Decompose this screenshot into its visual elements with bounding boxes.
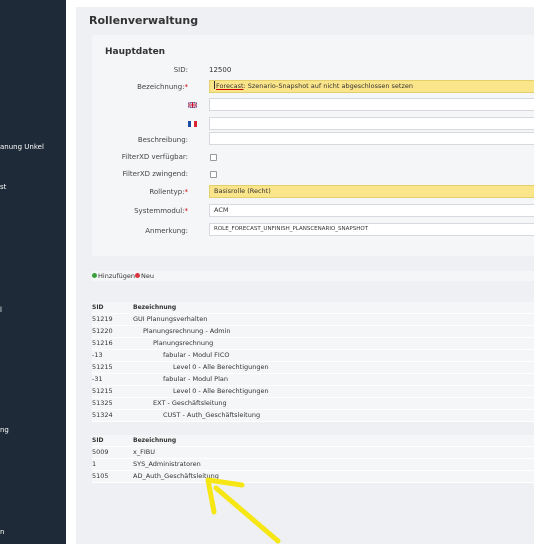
table-row[interactable]: 51215 Level 0 - Alle Berechtigungen [92, 386, 534, 398]
row-sid: 51325 [92, 399, 113, 407]
sidebar-item-st[interactable]: st [0, 183, 6, 191]
uk-flag-icon [188, 102, 197, 108]
row-bezeichnung: Level 0 - Alle Berechtigungen [173, 363, 269, 371]
row-sid: 5105 [92, 472, 109, 480]
table-row[interactable]: 5009 x_FIBU [92, 447, 534, 459]
row-bezeichnung: fabular - Modul FICO [163, 351, 230, 359]
sid-label: SID: [173, 66, 188, 74]
table-row[interactable]: 51325 EXT - Geschäftsleitung [92, 398, 534, 410]
row-sid: 51215 [92, 363, 113, 371]
plus-icon [92, 273, 97, 278]
table-row[interactable]: 51219 GUI Planungsverhalten [92, 314, 534, 326]
sidebar-item-ng[interactable]: ng [0, 426, 9, 434]
table-row[interactable]: 51324 CUST - Auth_Geschäftsleitung [92, 410, 534, 422]
sidebar-item-l[interactable]: l [0, 306, 2, 314]
section-title: Hauptdaten [105, 47, 166, 57]
hauptdaten-card: Hauptdaten SID: 12500 Bezeichnung:* Fore… [92, 35, 534, 256]
row-bezeichnung: Planungsrechnung - Admin [143, 327, 231, 335]
row-bezeichnung: EXT - Geschäftsleitung [153, 399, 227, 407]
row-bezeichnung: SYS_Administratoren [133, 460, 201, 468]
bezeichnung-label: Bezeichnung:* [137, 83, 188, 91]
add-button[interactable]: Hinzufügen [92, 271, 135, 281]
sidebar: anung Unkel st l ng n [0, 0, 66, 544]
filterxd-verfuegbar-checkbox[interactable] [210, 154, 217, 161]
sid-value: 12500 [209, 66, 232, 74]
beschreibung-field[interactable] [209, 132, 534, 145]
filterxd-zwingend-label: FilterXD zwingend: [122, 170, 188, 178]
row-sid: 5009 [92, 448, 109, 456]
bezeichnung-field[interactable]: Forecast: Szenario-Snapshot auf nicht ab… [209, 80, 534, 93]
row-sid: 51215 [92, 387, 113, 395]
row-bezeichnung: fabular - Modul Plan [163, 375, 228, 383]
main-panel: Rollenverwaltung Hauptdaten SID: 12500 B… [76, 7, 534, 544]
table-row[interactable]: -13 fabular - Modul FICO [92, 350, 534, 362]
row-sid: 51216 [92, 339, 113, 347]
anmerkung-field[interactable]: ROLE_FORECAST_UNFINISH_PLANSCENARIO_SNAP… [209, 223, 534, 236]
table-row[interactable]: 51220 Planungsrechnung - Admin [92, 326, 534, 338]
systemmodul-label: Systemmodul:* [134, 207, 188, 215]
table-row[interactable]: -31 fabular - Modul Plan [92, 374, 534, 386]
filterxd-zwingend-checkbox[interactable] [210, 171, 217, 178]
beschreibung-label: Beschreibung: [137, 136, 188, 144]
row-bezeichnung: Planungsrechnung [153, 339, 214, 347]
filterxd-verfuegbar-label: FilterXD verfügbar: [121, 153, 188, 161]
row-sid: 51324 [92, 411, 113, 419]
rollentyp-select[interactable]: Basisrolle (Recht) [209, 185, 534, 198]
table-row[interactable]: 51216 Planungsrechnung [92, 338, 534, 350]
annotation-arrow-icon [205, 477, 281, 544]
role-hierarchy-table: SID Bezeichnung 51219 GUI Planungsverhalt… [92, 302, 534, 422]
sidebar-item-planung[interactable]: anung Unkel [0, 143, 44, 151]
row-bezeichnung: Level 0 - Alle Berechtigungen [173, 387, 269, 395]
sidebar-item-n[interactable]: n [0, 528, 4, 536]
actions-bar: Hinzufügen Neu [92, 271, 534, 281]
systemmodul-select[interactable]: ACM [209, 204, 534, 217]
assigned-roles-table: SID Bezeichnung 5009 x_FIBU 1 SYS_Administr… [92, 435, 534, 483]
row-sid: 51220 [92, 327, 113, 335]
row-bezeichnung: x_FIBU [133, 448, 155, 456]
page-title: Rollenverwaltung [89, 14, 199, 27]
row-sid: 51219 [92, 315, 113, 323]
table-row[interactable]: 5105 AD_Auth_Geschäftsleitung [92, 471, 534, 483]
table-row[interactable]: 1 SYS_Administratoren [92, 459, 534, 471]
bezeichnung-fr-field[interactable] [209, 117, 534, 130]
row-sid: -13 [92, 351, 103, 359]
anmerkung-label: Anmerkung: [145, 227, 188, 235]
row-bezeichnung: GUI Planungsverhalten [133, 315, 208, 323]
table-header: SID Bezeichnung [92, 435, 534, 447]
rollentyp-label: Rollentyp:* [149, 188, 188, 196]
bezeichnung-en-field[interactable] [209, 98, 534, 111]
new-button[interactable]: Neu [135, 271, 154, 281]
new-icon [135, 273, 140, 278]
row-bezeichnung: CUST - Auth_Geschäftsleitung [163, 411, 261, 419]
row-sid: 1 [92, 460, 97, 468]
table-row[interactable]: 51215 Level 0 - Alle Berechtigungen [92, 362, 534, 374]
fr-flag-icon [188, 121, 197, 127]
table-header: SID Bezeichnung [92, 302, 534, 314]
row-sid: -31 [92, 375, 103, 383]
